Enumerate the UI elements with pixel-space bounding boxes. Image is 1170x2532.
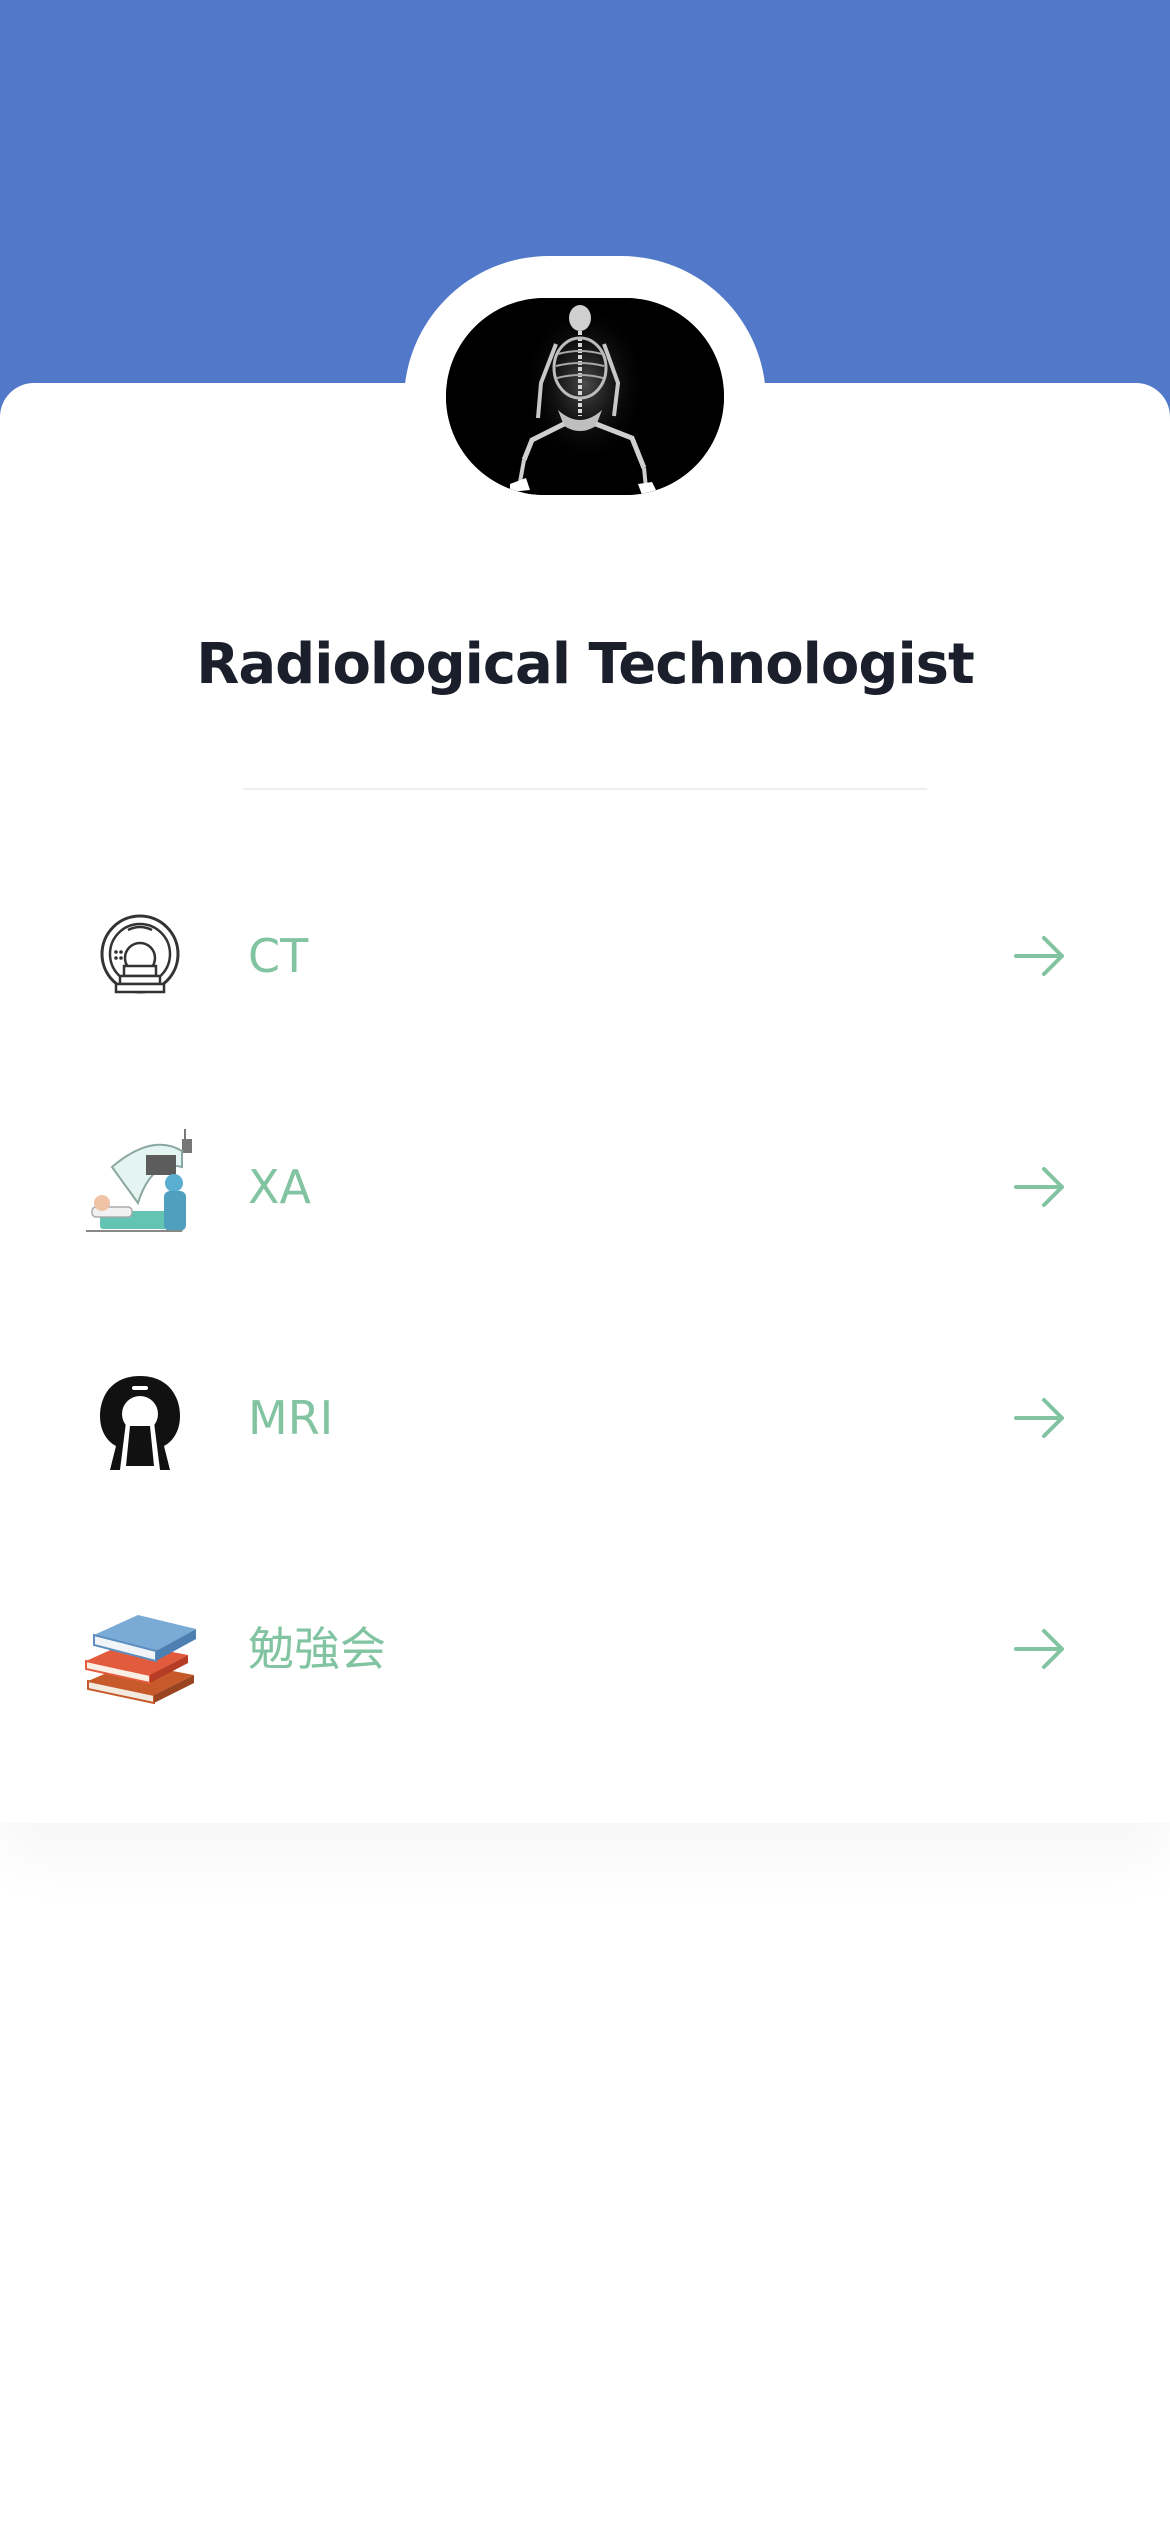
arrow-right-icon bbox=[1010, 926, 1070, 986]
menu-item-label: CT bbox=[248, 929, 309, 983]
mri-scanner-icon bbox=[80, 1362, 200, 1482]
menu-item-ct[interactable]: CT bbox=[0, 856, 1170, 1056]
menu-item-mri[interactable]: MRI bbox=[0, 1318, 1170, 1518]
menu-item-xa[interactable]: XA bbox=[0, 1087, 1170, 1287]
arrow-right-icon bbox=[1010, 1619, 1070, 1679]
arrow-right-icon bbox=[1010, 1388, 1070, 1448]
menu-item-label: MRI bbox=[248, 1391, 334, 1445]
menu-item-study-group[interactable]: 勉強会 bbox=[0, 1549, 1170, 1749]
arrow-right-icon bbox=[1010, 1157, 1070, 1217]
menu-item-label: XA bbox=[248, 1160, 311, 1214]
xray-skeleton-image bbox=[446, 298, 724, 495]
angiography-icon bbox=[82, 1127, 202, 1247]
menu-item-label: 勉強会 bbox=[248, 1622, 386, 1676]
divider bbox=[243, 788, 927, 790]
ct-scanner-icon bbox=[80, 900, 200, 1020]
page-title: Radiological Technologist bbox=[196, 632, 974, 697]
avatar bbox=[446, 298, 724, 495]
books-icon bbox=[84, 1591, 204, 1711]
